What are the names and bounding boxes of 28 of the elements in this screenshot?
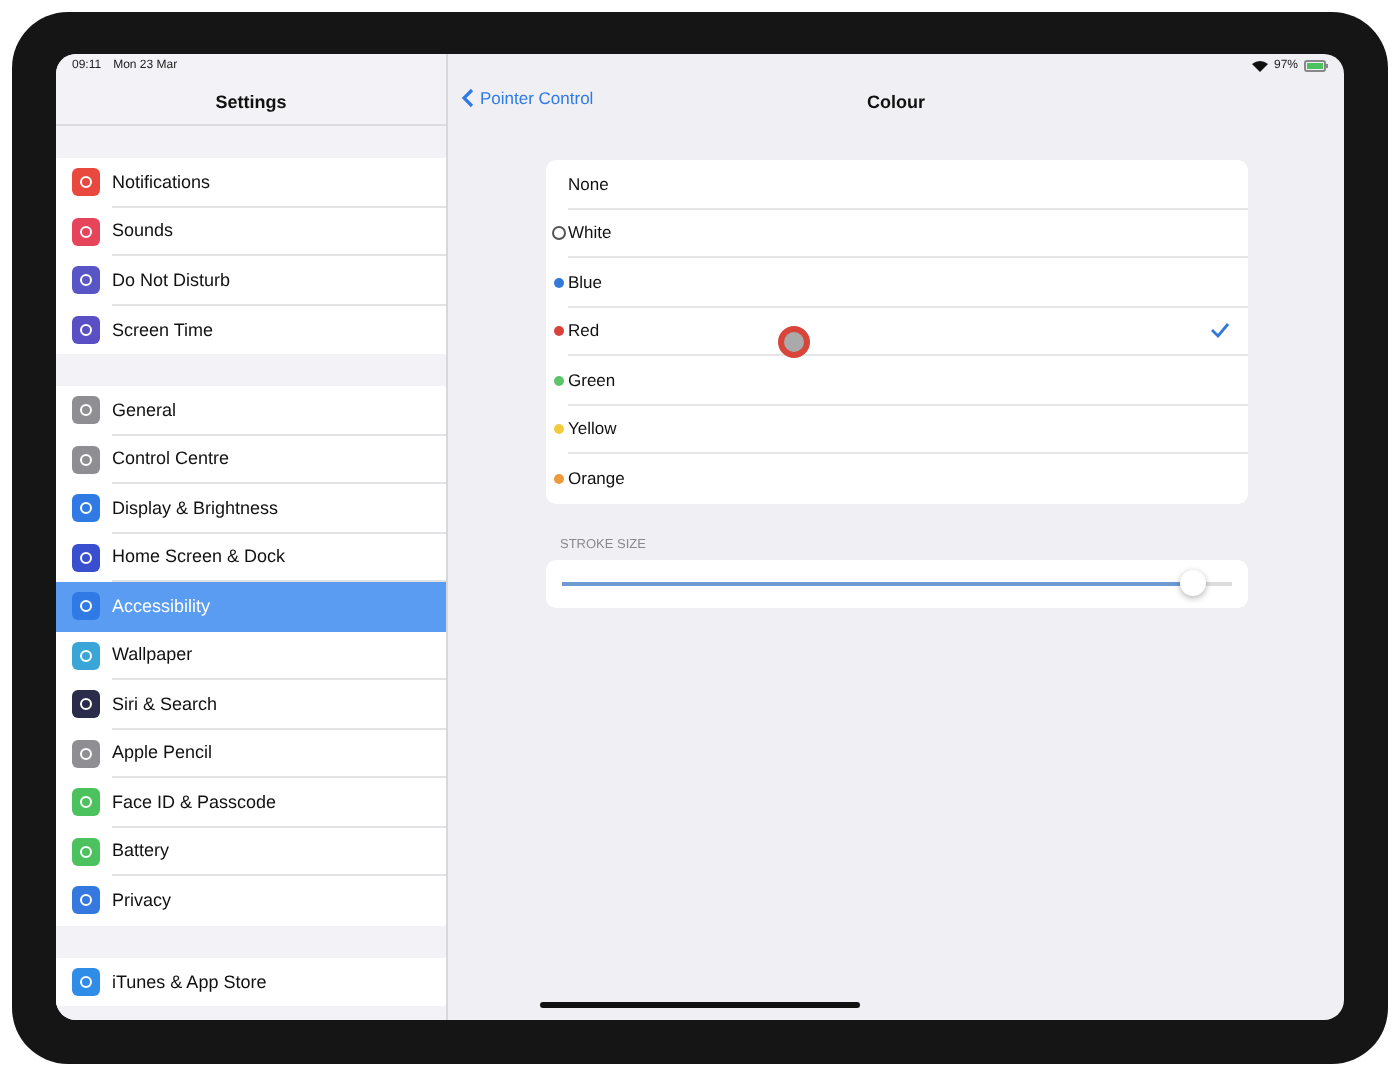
stroke-size-slider[interactable] (562, 570, 1232, 596)
sidebar-item[interactable]: Face ID & Passcode (56, 778, 446, 827)
colour-option[interactable]: None (546, 160, 1248, 209)
sidebar-item[interactable]: Siri & Search (56, 680, 446, 729)
battery-icon (1304, 60, 1328, 72)
chevron-icon (462, 88, 474, 108)
slider-thumb[interactable] (1179, 570, 1206, 596)
sidebar-item[interactable]: Notifications (56, 158, 446, 207)
sidebar-item[interactable]: Screen Time (56, 305, 446, 354)
sidebar-item[interactable]: iTunes & App Store (56, 957, 446, 1006)
colour-option[interactable]: Orange (546, 454, 1248, 503)
colour-option[interactable]: White (546, 209, 1248, 258)
sidebar-item[interactable]: Do Not Disturb (56, 256, 446, 305)
colour-option[interactable]: Blue (546, 258, 1248, 307)
sidebar-item[interactable]: Battery (56, 827, 446, 876)
sidebar-item[interactable]: Apple Pencil (56, 729, 446, 778)
wifi-icon (1251, 60, 1268, 72)
sidebar-item[interactable]: Control Centre (56, 435, 446, 484)
page-title: Colour (867, 92, 925, 112)
sidebar-item[interactable]: Wallpaper (56, 631, 446, 680)
sidebar-item[interactable]: General (56, 386, 446, 435)
sidebar-item[interactable]: Display & Brightness (56, 484, 446, 533)
sidebar-item[interactable]: Sounds (56, 207, 446, 256)
back-button[interactable]: Pointer Control (462, 88, 594, 108)
sidebar-item[interactable]: Privacy (56, 876, 446, 925)
colour-option[interactable]: Green (546, 356, 1248, 405)
sidebar-title: Settings (215, 91, 287, 111)
colour-option[interactable]: Yellow (546, 405, 1248, 454)
